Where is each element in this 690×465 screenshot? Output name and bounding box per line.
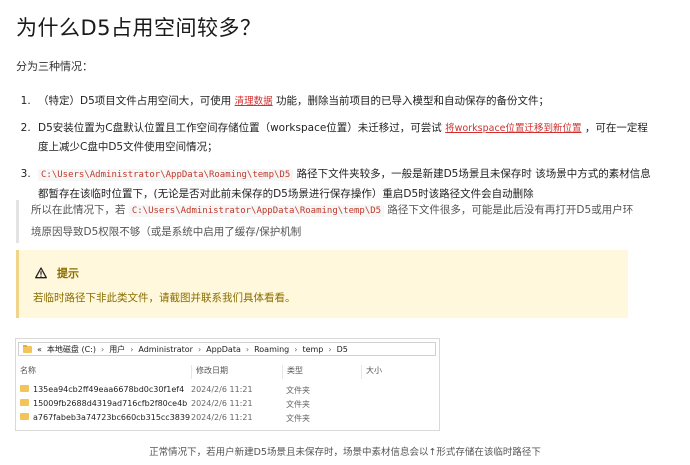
item-text: 功能，删除当前项目的已导入模型和自动保存的备份文件； bbox=[272, 95, 549, 107]
column-header-type[interactable]: 类型 bbox=[282, 365, 303, 379]
clean-data-link[interactable]: 清理数据 bbox=[235, 96, 273, 107]
column-header-date[interactable]: 修改日期 bbox=[191, 365, 228, 379]
folder-icon bbox=[20, 385, 29, 392]
file-name: 15009fb2688d4319ad716cfb2f80ce4b bbox=[33, 399, 188, 408]
breadcrumb-item[interactable]: Roaming bbox=[254, 345, 289, 354]
breadcrumb-item[interactable]: Administrator bbox=[138, 345, 193, 354]
temp-path-code: C:\Users\Administrator\AppData\Roaming\t… bbox=[38, 169, 294, 181]
column-header-row: 名称 修改日期 类型 大小 bbox=[16, 365, 439, 379]
chevron-right-icon: › bbox=[245, 344, 250, 354]
page-title: 为什么D5占用空间较多？ bbox=[16, 16, 262, 40]
quote-text: 所以在此情况下，若 bbox=[31, 204, 129, 216]
folder-icon bbox=[20, 413, 29, 420]
chevron-right-icon: › bbox=[197, 344, 202, 354]
blockquote: 所以在此情况下，若 C:\Users\Administrator\AppData… bbox=[16, 200, 643, 243]
chevron-right-icon: › bbox=[130, 344, 134, 354]
chevron-right-icon: › bbox=[328, 344, 332, 354]
table-row[interactable]: a767fabeb3a74723bc660cb315cc3839 2024/2/… bbox=[16, 413, 439, 427]
column-header-size[interactable]: 大小 bbox=[361, 365, 382, 379]
file-explorer-screenshot: « 本地磁盘 (C:) › 用户 › Administrator › AppData ›… bbox=[15, 338, 440, 431]
breadcrumb-item[interactable]: AppData bbox=[206, 345, 241, 354]
table-row[interactable]: 15009fb2688d4319ad716cfb2f80ce4b 2024/2/… bbox=[16, 399, 439, 413]
image-caption: 正常情况下，若用户新建D5场景且未保存时，场景中素材信息会以↑形式存储在该临时路… bbox=[149, 447, 541, 458]
breadcrumb-item[interactable]: 本地磁盘 (C:) bbox=[47, 344, 96, 355]
chevron-right-icon: › bbox=[294, 344, 298, 354]
temp-path-code: C:\Users\Administrator\AppData\Roaming\t… bbox=[128, 205, 385, 217]
file-name: 135ea94cb2ff49eaa6678bd0c30f1ef4 bbox=[33, 385, 185, 394]
address-bar[interactable]: « 本地磁盘 (C:) › 用户 › Administrator › AppData ›… bbox=[18, 342, 436, 356]
breadcrumb-item[interactable]: D5 bbox=[337, 345, 348, 354]
list-item: D5安装位置为C盘默认位置且工作空间存储位置（workspace位置）未迁移过，… bbox=[34, 119, 654, 157]
breadcrumb-item[interactable]: 用户 bbox=[109, 344, 125, 355]
item-text: D5安装位置为C盘默认位置且工作空间存储位置（workspace位置）未迁移过，… bbox=[38, 122, 446, 134]
folder-icon bbox=[20, 399, 29, 406]
folder-icon bbox=[23, 345, 32, 353]
file-date: 2024/2/6 11:21 bbox=[191, 413, 253, 422]
breadcrumb-item[interactable]: temp bbox=[302, 345, 323, 354]
tip-title: 提示 bbox=[57, 267, 79, 280]
file-type: 文件夹 bbox=[286, 414, 310, 423]
tip-body: 若临时路径下非此类文件，请截图并联系我们具体看看。 bbox=[33, 292, 296, 304]
file-type: 文件夹 bbox=[286, 400, 310, 409]
chevron-right-icon: › bbox=[100, 344, 105, 354]
list-item: （特定）D5项目文件占用空间大，可使用 清理数据 功能，删除当前项目的已导入模型… bbox=[34, 92, 654, 111]
table-row[interactable]: 135ea94cb2ff49eaa6678bd0c30f1ef4 2024/2/… bbox=[16, 385, 439, 399]
file-name: a767fabeb3a74723bc660cb315cc3839 bbox=[33, 413, 191, 422]
case-list: （特定）D5项目文件占用空间大，可使用 清理数据 功能，删除当前项目的已导入模型… bbox=[16, 92, 654, 212]
file-date: 2024/2/6 11:21 bbox=[191, 399, 253, 408]
list-item: C:\Users\Administrator\AppData\Roaming\t… bbox=[34, 165, 654, 204]
tip-header: 提示 bbox=[35, 265, 79, 281]
item-text: （特定）D5项目文件占用空间大，可使用 bbox=[38, 95, 235, 107]
file-date: 2024/2/6 11:21 bbox=[191, 385, 253, 394]
migrate-workspace-link[interactable]: 将workspace位置迁移到新位置 bbox=[445, 123, 581, 134]
file-type: 文件夹 bbox=[286, 386, 310, 395]
tip-box: 提示 若临时路径下非此类文件，请截图并联系我们具体看看。 bbox=[16, 250, 628, 318]
back-chevron-icon[interactable]: « bbox=[37, 345, 42, 354]
warning-icon bbox=[35, 267, 47, 279]
column-header-name[interactable]: 名称 bbox=[20, 365, 36, 376]
intro-text: 分为三种情况： bbox=[16, 60, 93, 73]
